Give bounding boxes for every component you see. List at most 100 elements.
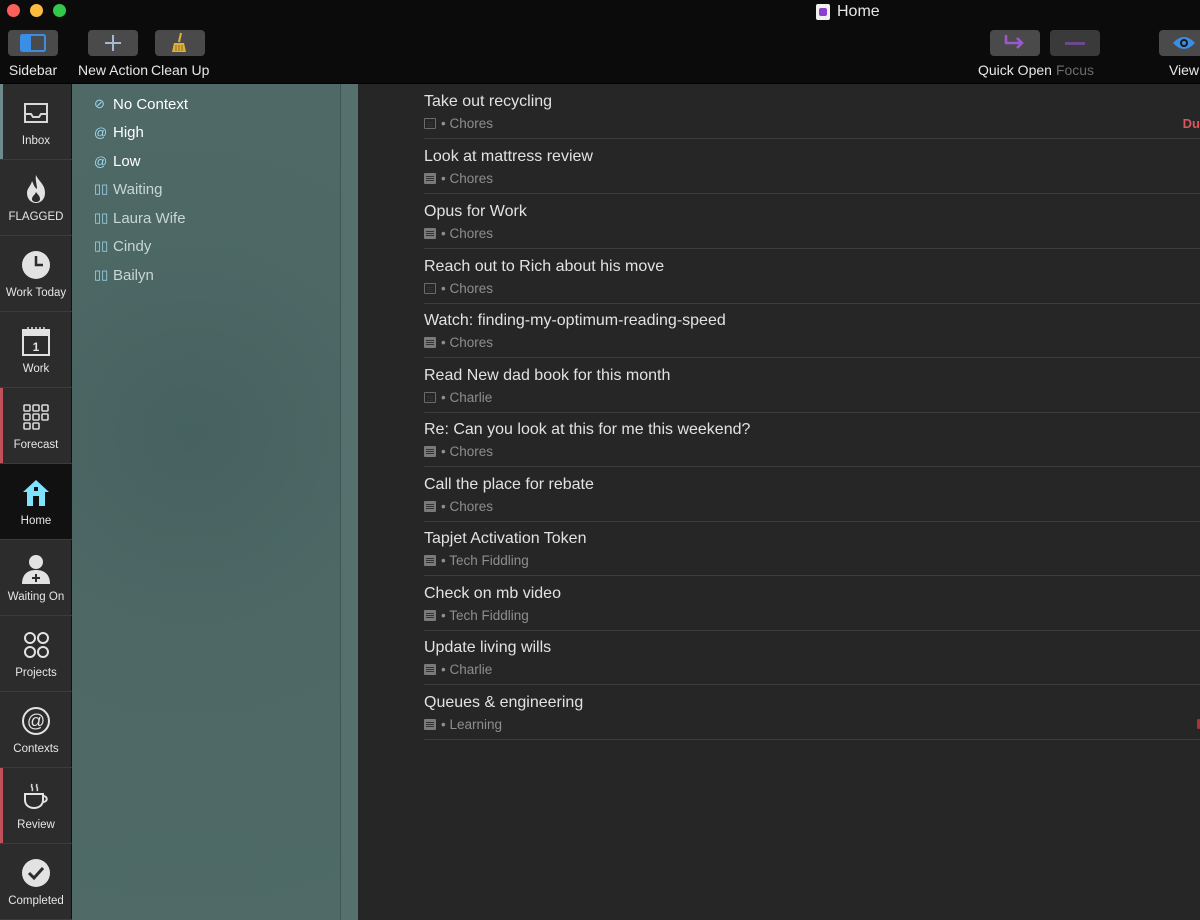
sidebar-splitter[interactable] (340, 84, 358, 920)
house-icon (20, 477, 52, 509)
app-document-icon (816, 4, 830, 20)
rail-item-contexts[interactable]: @ Contexts (0, 692, 72, 768)
rail-item-flagged[interactable]: FLAGGED (0, 160, 72, 236)
action-title[interactable]: Watch: finding-my-optimum-reading-speed (424, 312, 726, 330)
note-icon (424, 392, 436, 403)
action-title[interactable]: Opus for Work (424, 203, 527, 221)
rail-item-work[interactable]: 1 Work (0, 312, 72, 388)
sidebar-item-label: Low (113, 152, 141, 170)
quick-open-arrow-icon (989, 30, 1040, 56)
action-row[interactable]: Look at mattress review • Chores (424, 139, 1200, 194)
note-icon (424, 118, 436, 129)
paused-context-icon: ▯▯ (94, 238, 109, 253)
action-meta: • Chores (424, 281, 493, 296)
action-project: • Chores (441, 226, 493, 241)
svg-text:1: 1 (33, 340, 40, 354)
action-meta: • Chores (424, 444, 493, 459)
note-icon (424, 337, 436, 348)
action-project: • Chores (441, 281, 493, 296)
note-icon (424, 664, 436, 675)
rail-item-label: FLAGGED (8, 210, 64, 223)
action-project: • Chores (441, 444, 493, 459)
sidebar-item-no-context[interactable]: ⊘ No Context (94, 93, 188, 115)
action-row[interactable]: Check on mb video • Tech Fiddling (424, 576, 1200, 631)
rail-item-review[interactable]: Review (0, 768, 72, 844)
rail-item-waiting-on[interactable]: Waiting On (0, 540, 72, 616)
action-project: • Chores (441, 335, 493, 350)
rail-item-label: Forecast (13, 438, 59, 451)
rail-item-home[interactable]: Home (0, 464, 72, 540)
focus-icon (1050, 30, 1100, 56)
note-icon (424, 555, 436, 566)
sidebar-item-cindy[interactable]: ▯▯ Cindy (94, 235, 151, 257)
action-meta: • Charlie (424, 390, 492, 405)
rail-item-completed[interactable]: Completed (0, 844, 72, 920)
focus-button[interactable]: Focus (1050, 30, 1100, 78)
rail-item-label: Waiting On (7, 590, 65, 603)
svg-text:@: @ (27, 711, 45, 731)
rail-item-projects[interactable]: Projects (0, 616, 72, 692)
action-meta: • Tech Fiddling (424, 608, 529, 623)
sidebar-item-high[interactable]: @ High (94, 121, 144, 143)
action-project: • Chores (441, 116, 493, 131)
sidebar-item-low[interactable]: @ Low (94, 150, 141, 172)
inbox-icon (20, 97, 52, 129)
minimize-window-button[interactable] (30, 4, 43, 17)
action-row[interactable]: Watch: finding-my-optimum-reading-speed … (424, 303, 1200, 358)
rail-item-label: Home (20, 514, 52, 527)
action-title[interactable]: Read New dad book for this month (424, 367, 670, 385)
action-row[interactable]: Opus for Work • Chores (424, 194, 1200, 249)
sidebar-item-label: Bailyn (113, 266, 154, 284)
quick-open-button[interactable]: Quick Open (978, 30, 1052, 78)
note-icon (424, 283, 436, 294)
clean-up-button[interactable]: Clean Up (151, 30, 209, 78)
zoom-window-button[interactable] (53, 4, 66, 17)
close-window-button[interactable] (7, 4, 20, 17)
action-row[interactable]: Tapjet Activation Token • Tech Fiddling (424, 521, 1200, 576)
rail-item-work-today[interactable]: Work Today (0, 236, 72, 312)
action-meta: • Charlie (424, 662, 492, 677)
action-title[interactable]: Update living wills (424, 639, 551, 657)
action-project: • Charlie (441, 662, 493, 677)
paused-context-icon: ▯▯ (94, 181, 109, 196)
rail-item-forecast[interactable]: Forecast (0, 388, 72, 464)
at-icon: @ (20, 705, 52, 737)
projects-icon (20, 629, 52, 661)
action-row[interactable]: Take out recycling • Chores Du (424, 84, 1200, 139)
calendar-icon: 1 (20, 325, 52, 357)
eye-icon (1159, 30, 1200, 56)
action-row[interactable]: Update living wills • Charlie (424, 630, 1200, 685)
action-row[interactable]: Read New dad book for this month • Charl… (424, 358, 1200, 413)
action-meta: • Chores (424, 499, 493, 514)
action-meta: • Chores (424, 171, 493, 186)
action-title[interactable]: Take out recycling (424, 93, 552, 111)
action-meta: • Tech Fiddling (424, 553, 529, 568)
action-row[interactable]: Queues & engineering • Learning (424, 685, 1200, 740)
action-project: • Learning (441, 717, 503, 732)
sidebar-item-bailyn[interactable]: ▯▯ Bailyn (94, 264, 154, 286)
rail-item-label: Work (22, 362, 50, 375)
sidebar-item-label: Cindy (113, 237, 152, 255)
action-title[interactable]: Look at mattress review (424, 148, 593, 166)
new-action-button[interactable]: New Action (78, 30, 148, 78)
action-title[interactable]: Reach out to Rich about his move (424, 258, 664, 276)
sidebar-item-waiting[interactable]: ▯▯ Waiting (94, 178, 162, 200)
action-meta: • Chores (424, 335, 493, 350)
action-row[interactable]: Call the place for rebate • Chores (424, 467, 1200, 522)
action-title[interactable]: Tapjet Activation Token (424, 530, 586, 548)
view-button[interactable]: View (1159, 30, 1200, 78)
perspective-rail: Inbox FLAGGED Work Today 1 Work Forecast… (0, 84, 72, 920)
rail-item-label: Completed (8, 894, 64, 907)
action-row[interactable]: Reach out to Rich about his move • Chore… (424, 249, 1200, 304)
action-title[interactable]: Re: Can you look at this for me this wee… (424, 421, 750, 439)
rail-item-inbox[interactable]: Inbox (0, 84, 72, 160)
action-title[interactable]: Queues & engineering (424, 694, 583, 712)
sidebar-item-laura-wife[interactable]: ▯▯ Laura Wife (94, 207, 186, 229)
action-row[interactable]: Re: Can you look at this for me this wee… (424, 412, 1200, 467)
note-icon (424, 173, 436, 184)
sidebar-toolbar-button[interactable]: Sidebar (8, 30, 58, 78)
action-title[interactable]: Check on mb video (424, 585, 561, 603)
sidebar-item-label: High (113, 123, 144, 141)
checkmark-icon (20, 857, 52, 889)
action-title[interactable]: Call the place for rebate (424, 476, 594, 494)
